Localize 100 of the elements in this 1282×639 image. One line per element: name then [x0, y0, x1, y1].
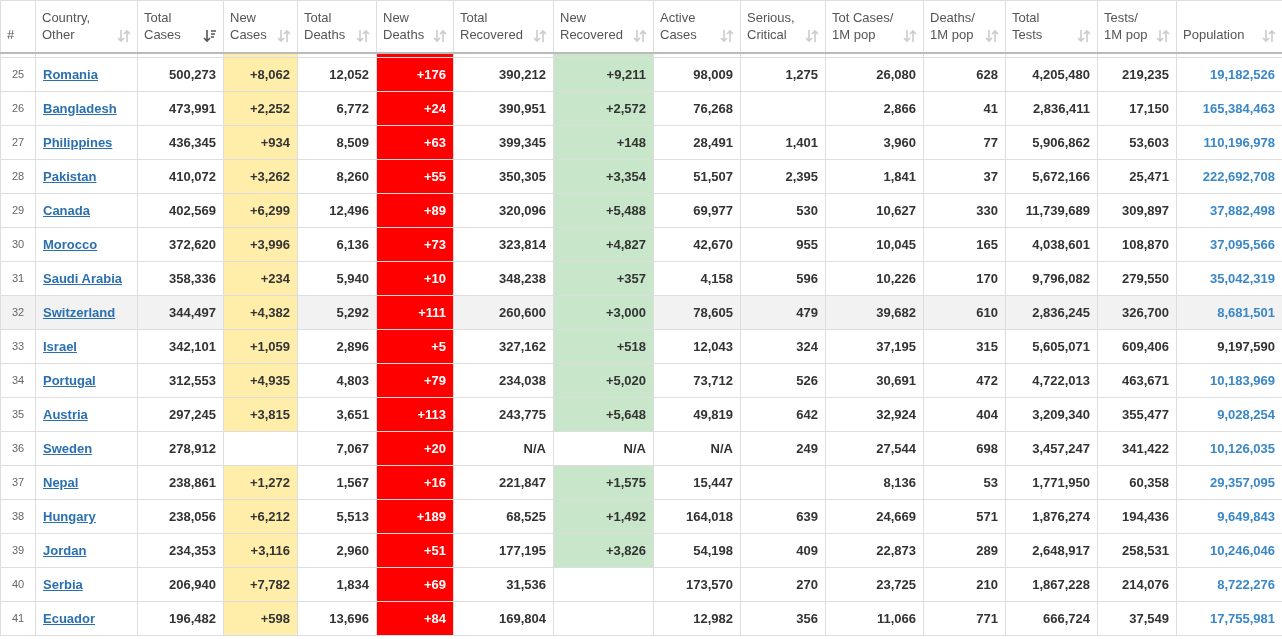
table-row[interactable]: 31 Saudi Arabia 358,336 +234 5,940 +10 348,238 +357 4,158 596 10,226 170 9,796,082 279,550 35,042,319: [0, 261, 1282, 296]
table-cell: +2,572: [553, 91, 654, 126]
table-cell: 1,841: [825, 159, 924, 194]
table-cell: 326,700: [1097, 295, 1177, 330]
table-cell: 404: [923, 397, 1006, 432]
table-cell: 320,096: [453, 193, 554, 228]
table-cell: 2,836,245: [1005, 295, 1098, 330]
table-cell: 390,951: [453, 91, 554, 126]
table-row[interactable]: 25 Romania 500,273 +8,062 12,052 +176 390,212 +9,211 98,009 1,275 26,080 628 4,205,480 219,235 19,182,526: [0, 57, 1282, 92]
table-cell: 5,940: [297, 261, 377, 296]
table-cell: 409: [740, 533, 826, 568]
table-cell: +6,212: [223, 499, 298, 534]
table-cell: +934: [223, 125, 298, 160]
country-link[interactable]: Israel: [43, 338, 77, 354]
table-cell: +518: [553, 329, 654, 364]
rank-number: 31: [11, 272, 25, 285]
table-cell: 500,273: [137, 57, 224, 92]
table-row[interactable]: 29 Canada 402,569 +6,299 12,496 +89 320,096 +5,488 69,977 530 10,627 330 11,739,689 309,897 37,882,498: [0, 193, 1282, 228]
table-cell: 698: [923, 431, 1006, 466]
table-cell: +10: [376, 261, 454, 296]
table-cell: 30,691: [825, 363, 924, 398]
table-cell: 8,509: [297, 125, 377, 160]
table-cell: 344,497: [137, 295, 224, 330]
table-cell: 13,696: [297, 601, 377, 636]
rank-number: 30: [11, 238, 25, 251]
rank-number: 32: [11, 306, 25, 319]
table-cell: 10,226: [825, 261, 924, 296]
table-cell: 2,648,917: [1005, 533, 1098, 568]
table-cell: 169,804: [453, 601, 554, 636]
table-row[interactable]: 36 Sweden 278,912 7,067 +20 N/A N/A N/A 249 27,544 698 3,457,247 341,422 10,126,035: [0, 431, 1282, 466]
table-cell: +69: [376, 567, 454, 602]
table-cell: 28,491: [653, 125, 741, 160]
table-row[interactable]: 39 Jordan 234,353 +3,116 2,960 +51 177,195 +3,826 54,198 409 22,873 289 2,648,917 258,531 10,246,046: [0, 533, 1282, 568]
table-cell: 436,345: [137, 125, 224, 160]
table-cell: +234: [223, 261, 298, 296]
table-cell: 7,067: [297, 431, 377, 466]
table-cell: 3,457,247: [1005, 431, 1098, 466]
table-cell: +1,575: [553, 465, 654, 500]
table-cell: +1,492: [553, 499, 654, 534]
table-cell: 24,669: [825, 499, 924, 534]
table-cell: +598: [223, 601, 298, 636]
rank-number: 36: [11, 442, 25, 455]
table-cell: +7,782: [223, 567, 298, 602]
rank-number: 37: [11, 476, 25, 489]
table-cell: 238,056: [137, 499, 224, 534]
table-cell: 10,627: [825, 193, 924, 228]
table-cell: 11,739,689: [1005, 193, 1098, 228]
table-cell: 666,724: [1005, 601, 1098, 636]
table-row[interactable]: 38 Hungary 238,056 +6,212 5,513 +189 68,525 +1,492 164,018 639 24,669 571 1,876,274 194,436 9,649,843: [0, 499, 1282, 534]
table-row[interactable]: 35 Austria 297,245 +3,815 3,651 +113 243,775 +5,648 49,819 642 32,924 404 3,209,340 355,477 9,028,254: [0, 397, 1282, 432]
table-row[interactable]: 27 Philippines 436,345 +934 8,509 +63 399,345 +148 28,491 1,401 3,960 77 5,906,862 53,603 110,196,978: [0, 125, 1282, 160]
table-cell: +84: [376, 601, 454, 636]
table-row[interactable]: 30 Morocco 372,620 +3,996 6,136 +73 323,814 +4,827 42,670 955 10,045 165 4,038,601 108,870 37,095,566: [0, 227, 1282, 262]
table-cell: +3,826: [553, 533, 654, 568]
country-link[interactable]: Serbia: [43, 576, 83, 592]
table-cell: 12,496: [297, 193, 377, 228]
table-cell: 214,076: [1097, 567, 1177, 602]
table-cell: 1,876,274: [1005, 499, 1098, 534]
table-cell: 372,620: [137, 227, 224, 262]
country-link[interactable]: Austria: [43, 406, 88, 422]
table-cell: 342,101: [137, 329, 224, 364]
table-row[interactable]: 33 Israel 342,101 +1,059 2,896 +5 327,162 +518 12,043 324 37,195 315 5,605,071 609,406 9,197,590: [0, 329, 1282, 364]
table-row[interactable]: 32 Switzerland 344,497 +4,382 5,292 +111 260,600 +3,000 78,605 479 39,682 610 2,836,245 326,700 8,681,501: [0, 295, 1282, 330]
table-row[interactable]: 34 Portugal 312,553 +4,935 4,803 +79 234,038 +5,020 73,712 526 30,691 472 4,722,013 463,671 10,183,969: [0, 363, 1282, 398]
table-cell: 23,725: [825, 567, 924, 602]
table-row[interactable]: 26 Bangladesh 473,991 +2,252 6,772 +24 390,951 +2,572 76,268 2,866 41 2,836,411 17,150 165,384,463: [0, 91, 1282, 126]
table-cell: 210: [923, 567, 1006, 602]
table-cell: +4,935: [223, 363, 298, 398]
table-cell: 1,867,228: [1005, 567, 1098, 602]
rank-number: 29: [11, 204, 25, 217]
table-cell: 12,982: [653, 601, 741, 636]
table-cell: 26,080: [825, 57, 924, 92]
country-link[interactable]: Nepal: [43, 474, 79, 490]
table-cell: 297,245: [137, 397, 224, 432]
country-link[interactable]: Jordan: [43, 542, 87, 558]
table-cell: 2,836,411: [1005, 91, 1098, 126]
rank-number: 35: [11, 408, 25, 421]
table-row[interactable]: 41 Ecuador 196,482 +598 13,696 +84 169,804 12,982 356 11,066 771 666,724 37,549 17,755,981: [0, 601, 1282, 636]
table-cell: 323,814: [453, 227, 554, 262]
table-row[interactable]: 40 Serbia 206,940 +7,782 1,834 +69 31,536 173,570 270 23,725 210 1,867,228 214,076 8,722,276: [0, 567, 1282, 602]
column-header[interactable]: Population: [1183, 25, 1245, 43]
table-cell: +111: [376, 295, 454, 330]
table-cell: 177,195: [453, 533, 554, 568]
table-row[interactable]: 28 Pakistan 410,072 +3,262 8,260 +55 350,305 +3,354 51,507 2,395 1,841 37 5,672,166 25,471 222,692,708: [0, 159, 1282, 194]
column-header: #: [7, 25, 15, 43]
table-cell: +79: [376, 363, 454, 398]
table-cell: +1,272: [223, 465, 298, 500]
table-cell: 53: [923, 465, 1006, 500]
table-cell: 73,712: [653, 363, 741, 398]
table-cell: 260,600: [453, 295, 554, 330]
table-cell: +189: [376, 499, 454, 534]
table-cell: 2,866: [825, 91, 924, 126]
table-cell: 54,198: [653, 533, 741, 568]
table-cell: 309,897: [1097, 193, 1177, 228]
table-cell: 12,052: [297, 57, 377, 92]
table-row[interactable]: 37 Nepal 238,861 +1,272 1,567 +16 221,847 +1,575 15,447 8,136 53 1,771,950 60,358 29,357,095: [0, 465, 1282, 500]
table-cell: 289: [923, 533, 1006, 568]
table-cell: 596: [740, 261, 826, 296]
table-cell: 2,896: [297, 329, 377, 364]
table-cell: 11,066: [825, 601, 924, 636]
